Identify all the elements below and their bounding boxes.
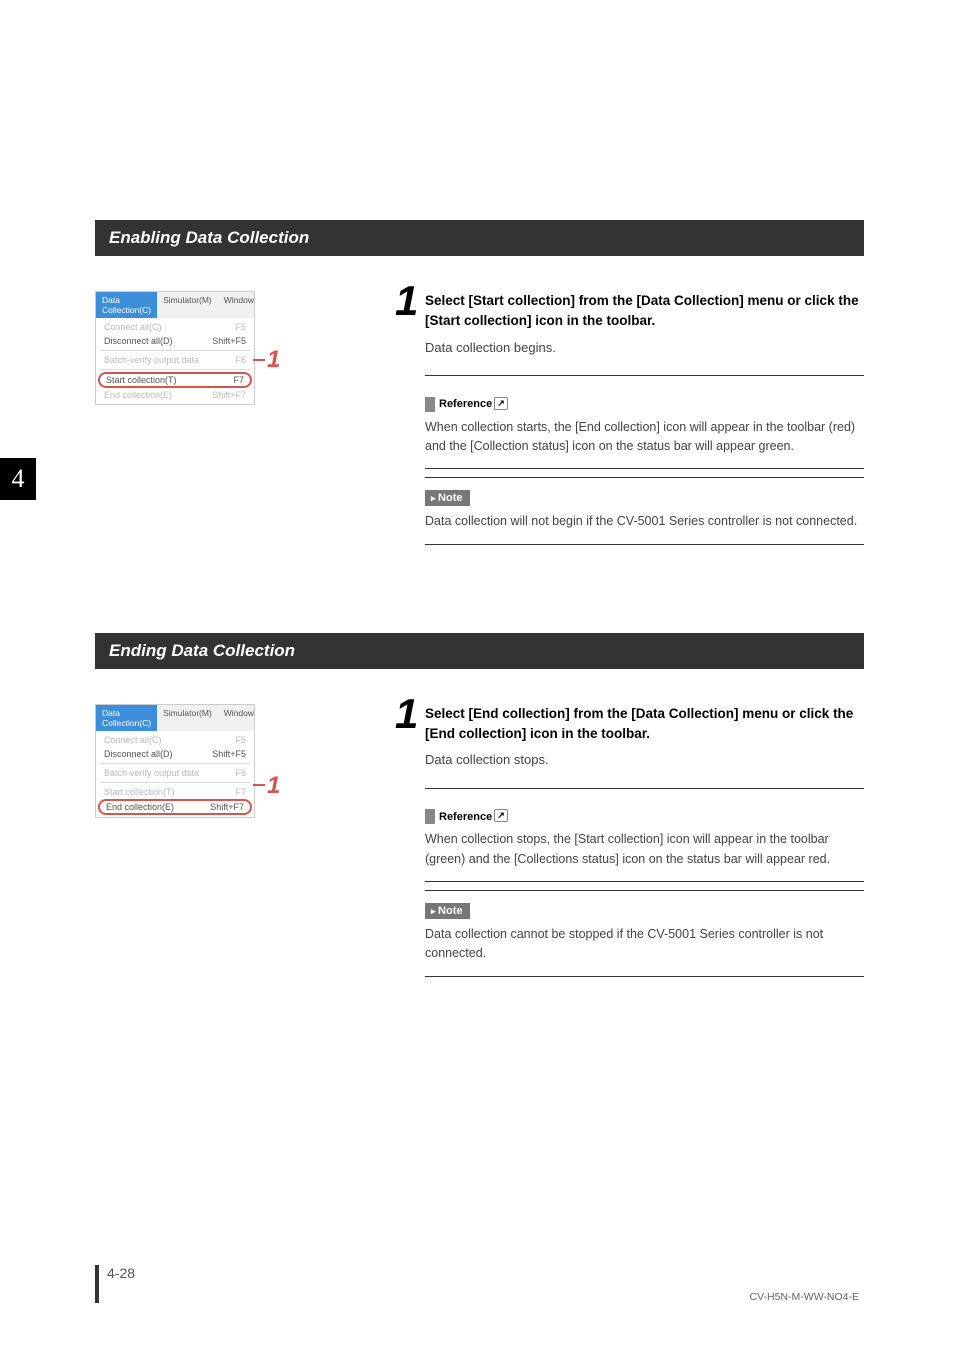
step-number: 1 <box>395 277 418 325</box>
menu-item: Disconnect all(D)Shift+F5 <box>96 334 254 348</box>
step-title: Select [Start collection] from the [Data… <box>425 291 864 332</box>
step-title: Select [End collection] from the [Data C… <box>425 704 864 745</box>
page-number: 4-28 <box>95 1265 135 1303</box>
menu-tab-data-collection: Data Collection(C) <box>96 292 157 318</box>
step-body: Data collection begins. <box>425 338 864 358</box>
page-flip-icon: ↗ <box>494 809 508 822</box>
menu-item: End collection(E)Shift+F7 <box>96 388 254 402</box>
menu-item-start-collection: Start collection(T)F7 <box>98 372 252 388</box>
page-flip-icon: ↗ <box>494 397 508 410</box>
step-number: 1 <box>395 690 418 738</box>
menu-tab-simulator: Simulator(M) <box>157 292 218 318</box>
menu-tab-window: Window <box>218 292 260 318</box>
step-body: Data collection stops. <box>425 750 864 770</box>
document-id: CV-H5N-M-WW-NO4-E <box>750 1291 859 1303</box>
menu-tab-simulator: Simulator(M) <box>157 705 218 731</box>
reference-tag: Reference↗ <box>425 809 512 824</box>
callout-line <box>253 359 265 361</box>
reference-tag: Reference↗ <box>425 397 512 412</box>
menu-item: Start collection(T)F7 <box>96 785 254 799</box>
menu-tab-data-collection: Data Collection(C) <box>96 705 157 731</box>
note-tag: Note <box>425 903 470 919</box>
menu-screenshot-enabling: Data Collection(C) Simulator(M) Window C… <box>95 291 395 553</box>
section-title-enabling: Enabling Data Collection <box>95 220 864 256</box>
note-body: Data collection will not begin if the CV… <box>425 512 864 531</box>
reference-body: When collection stops, the [Start collec… <box>425 830 864 869</box>
callout-number: 1 <box>267 346 280 374</box>
callout-number: 1 <box>267 772 280 800</box>
menu-tab-window: Window <box>218 705 260 731</box>
callout-line <box>253 784 265 786</box>
menu-item: Batch-verify output dataF6 <box>96 353 254 367</box>
menu-item-end-collection: End collection(E)Shift+F7 <box>98 799 252 815</box>
menu-item: Connect all(C)F5 <box>96 733 254 747</box>
note-body: Data collection cannot be stopped if the… <box>425 925 864 964</box>
menu-item: Batch-verify output dataF6 <box>96 766 254 780</box>
menu-item: Disconnect all(D)Shift+F5 <box>96 747 254 761</box>
reference-body: When collection starts, the [End collect… <box>425 418 864 457</box>
menu-item: Connect all(C)F5 <box>96 320 254 334</box>
menu-screenshot-ending: Data Collection(C) Simulator(M) Window C… <box>95 704 395 985</box>
section-title-ending: Ending Data Collection <box>95 633 864 669</box>
note-tag: Note <box>425 490 470 506</box>
